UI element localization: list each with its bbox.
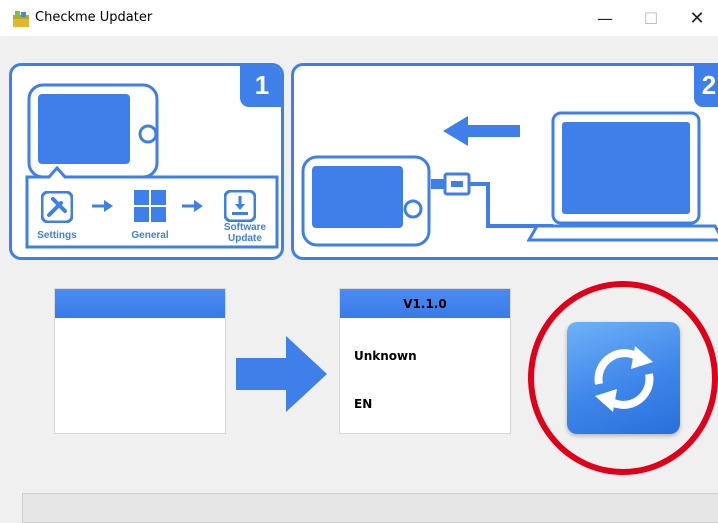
- current-version-header: [55, 289, 225, 318]
- arrow-right-icon: [92, 200, 113, 212]
- step2-panel: 2: [291, 63, 718, 260]
- progress-bar: [22, 493, 718, 523]
- close-button[interactable]: ✕: [674, 0, 718, 36]
- arrow-right-icon: [236, 336, 327, 412]
- maximize-button[interactable]: ☐: [628, 0, 674, 36]
- step-label-general: General: [131, 230, 169, 241]
- connect-device-illustration: [301, 111, 718, 247]
- step1-panel: 1 Settings General Software Update: [9, 63, 284, 260]
- arrow-right-icon: [182, 200, 203, 212]
- minimize-button[interactable]: —: [582, 0, 628, 36]
- language-text: EN: [354, 397, 373, 411]
- step-label-settings: Settings: [37, 230, 77, 241]
- windows-grid-icon: [134, 190, 166, 222]
- new-version-header: V1.1.0: [340, 289, 510, 318]
- device-status-text: Unknown: [354, 349, 417, 363]
- refresh-button[interactable]: [567, 322, 680, 434]
- new-version-panel: V1.1.0 Unknown EN: [339, 288, 511, 434]
- title-bar: Checkme Updater — ☐ ✕: [0, 0, 718, 36]
- step-label-software-update: Software Update: [223, 222, 267, 244]
- current-version-panel: [54, 288, 226, 434]
- tools-icon: [41, 191, 73, 223]
- refresh-icon: [594, 346, 654, 412]
- window-title: Checkme Updater: [35, 10, 153, 25]
- download-icon: [224, 190, 256, 222]
- app-icon: [13, 11, 29, 27]
